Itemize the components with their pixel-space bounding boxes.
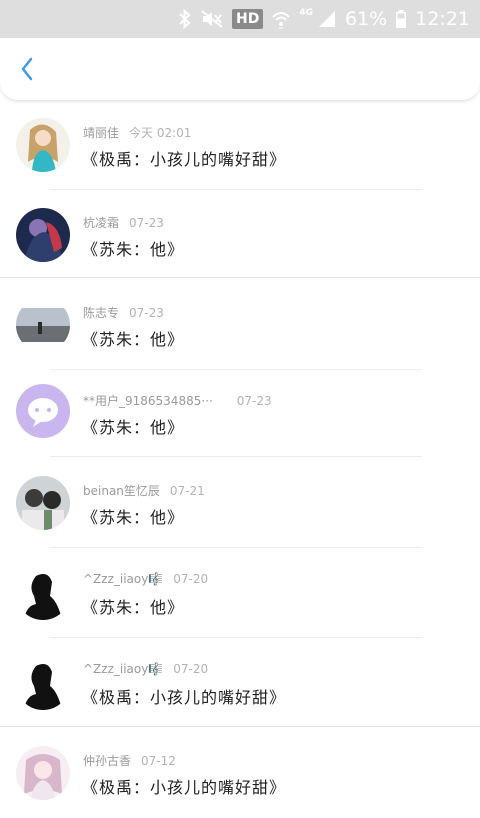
avatar[interactable] <box>16 746 70 800</box>
avatar[interactable] <box>16 118 70 172</box>
bluetooth-icon <box>178 9 192 29</box>
row-divider <box>0 726 480 727</box>
list-item[interactable]: beinan笙忆辰 07-21 《苏朱：他》 <box>0 458 480 548</box>
list-item[interactable]: 靖丽佳 今天 02:01 《极禹：小孩儿的嘴好甜》 <box>0 100 480 190</box>
comment-meta: beinan笙忆辰 07-21 <box>83 482 205 499</box>
comment-meta: 陈志专 07-23 <box>83 304 164 321</box>
list-item[interactable]: ^Zzz_iiaoy🎼 07-20 《苏朱：他》 <box>0 548 480 638</box>
avatar[interactable] <box>16 566 70 620</box>
wifi-icon <box>271 9 291 29</box>
list-item[interactable]: ^Zzz_iiaoy🎼 07-20 《极禹：小孩儿的嘴好甜》 <box>0 638 480 728</box>
username[interactable]: 杭凌霜 <box>83 216 119 230</box>
status-bar: HD 4G 61% 12:21 <box>0 0 480 38</box>
signal-icon <box>317 9 337 29</box>
book-title[interactable]: 《苏朱：他》 <box>82 594 184 618</box>
username[interactable]: ^Zzz_iiaoy🎼 <box>83 662 163 676</box>
comment-date: 07-20 <box>173 662 209 676</box>
avatar[interactable] <box>16 208 70 262</box>
mute-icon <box>200 9 224 29</box>
list-item[interactable]: 仲孙古香 07-12 《极禹：小孩儿的嘴好甜》 <box>0 728 480 818</box>
username[interactable]: 陈志专 <box>83 306 119 320</box>
comment-meta: ^Zzz_iiaoy🎼 07-20 <box>83 572 208 586</box>
book-title[interactable]: 《极禹：小孩儿的嘴好甜》 <box>82 684 286 708</box>
comment-date: 07-12 <box>141 754 176 768</box>
book-title[interactable]: 《苏朱：他》 <box>82 326 184 350</box>
book-title[interactable]: 《苏朱：他》 <box>82 504 184 528</box>
username[interactable]: beinan笙忆辰 <box>83 484 160 498</box>
list-item[interactable]: 陈志专 07-23 《苏朱：他》 <box>0 280 480 370</box>
book-title[interactable]: 《苏朱：他》 <box>82 414 184 438</box>
comment-date: 07-23 <box>129 306 164 320</box>
app-header <box>0 38 480 100</box>
username[interactable]: **用户_9186534885··· <box>83 394 213 408</box>
username[interactable]: 仲孙古香 <box>83 754 131 768</box>
list-item[interactable]: 杭凌霜 07-23 《苏朱：他》 <box>0 190 480 280</box>
avatar[interactable] <box>16 298 70 352</box>
username[interactable]: 靖丽佳 <box>83 126 119 140</box>
hd-badge: HD <box>232 9 264 29</box>
back-button[interactable] <box>14 54 40 84</box>
comment-meta: 杭凌霜 07-23 <box>83 214 164 231</box>
comment-meta: 仲孙古香 07-12 <box>83 752 176 769</box>
network-type-label: 4G <box>299 8 313 18</box>
comment-meta: ^Zzz_iiaoy🎼 07-20 <box>83 662 208 676</box>
comment-date: 今天 02:01 <box>129 126 192 140</box>
comment-date: 07-21 <box>169 484 205 498</box>
avatar[interactable] <box>16 656 70 710</box>
book-title[interactable]: 《苏朱：他》 <box>82 236 184 260</box>
comment-date: 07-23 <box>236 394 272 408</box>
comment-meta: 靖丽佳 今天 02:01 <box>83 124 191 141</box>
list-item[interactable]: **用户_9186534885··· 07-23 《苏朱：他》 <box>0 368 480 458</box>
row-divider <box>0 277 480 278</box>
battery-icon <box>395 9 407 29</box>
avatar[interactable] <box>16 476 70 530</box>
book-title[interactable]: 《极禹：小孩儿的嘴好甜》 <box>82 146 286 170</box>
avatar[interactable] <box>16 384 70 438</box>
comment-date: 07-20 <box>173 572 209 586</box>
clock-time: 12:21 <box>415 8 470 30</box>
comment-meta: **用户_9186534885··· 07-23 <box>83 392 272 409</box>
chevron-left-icon <box>21 57 33 81</box>
row-divider <box>50 456 422 457</box>
book-title[interactable]: 《极禹：小孩儿的嘴好甜》 <box>82 774 286 798</box>
battery-percent: 61% <box>345 8 388 30</box>
comment-date: 07-23 <box>129 216 164 230</box>
username[interactable]: ^Zzz_iiaoy🎼 <box>83 572 163 586</box>
